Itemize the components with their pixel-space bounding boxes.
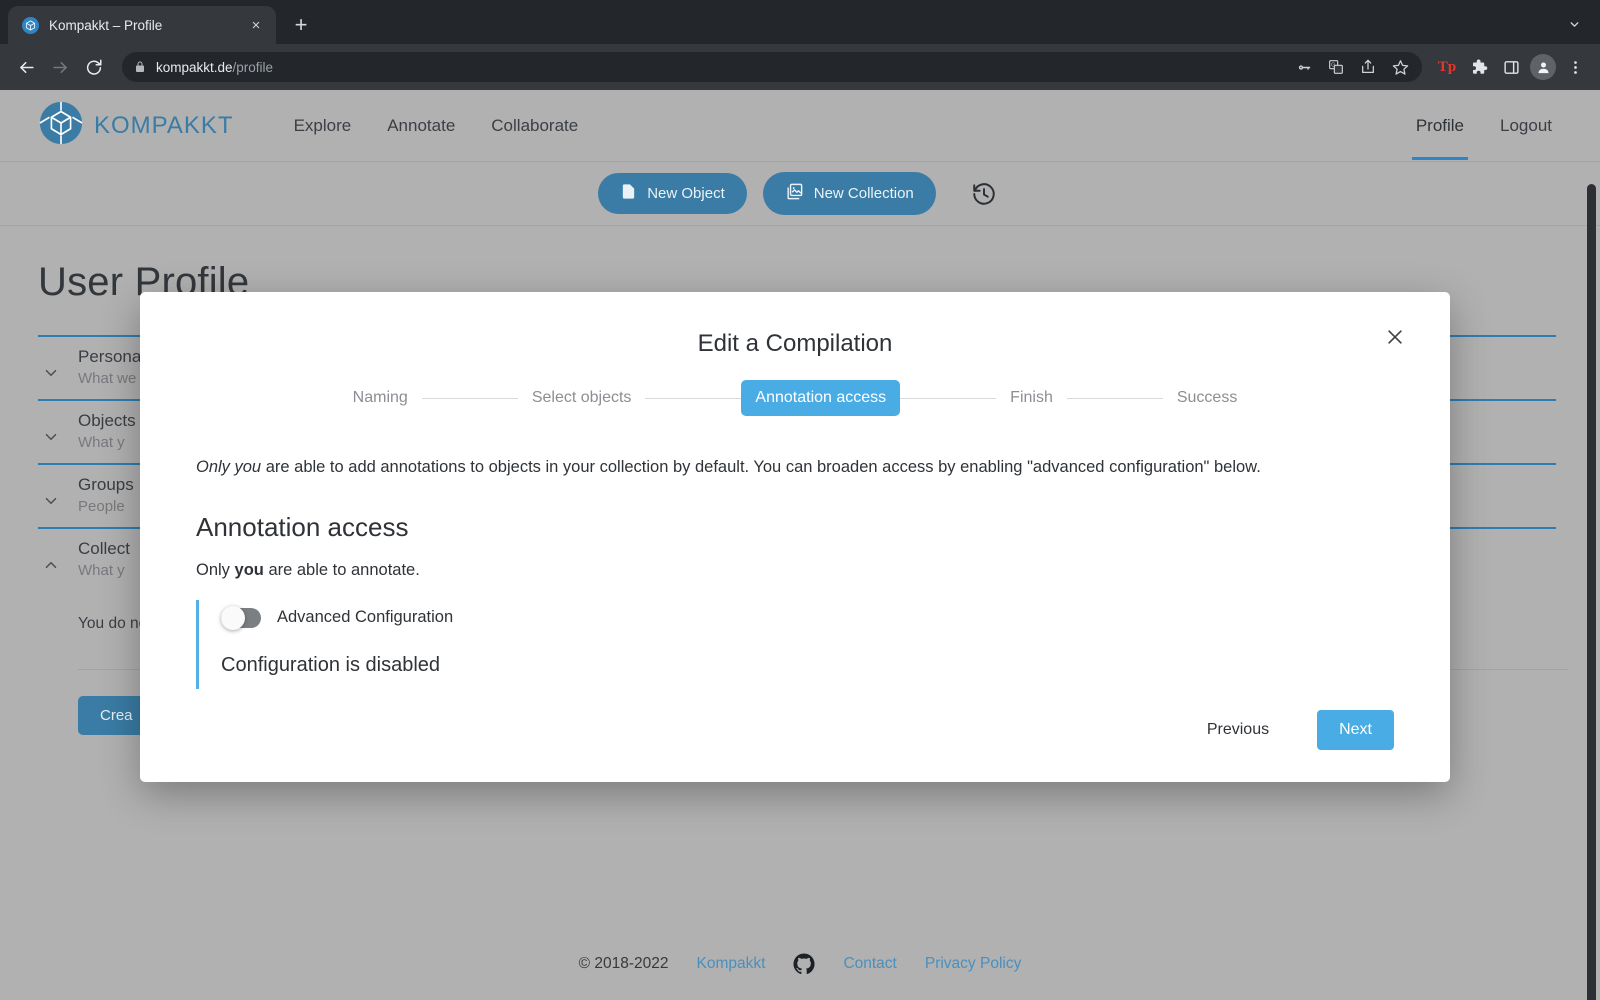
browser-tab[interactable]: Kompakkt – Profile ×: [8, 6, 276, 44]
step-annotation-access[interactable]: Annotation access: [741, 380, 901, 416]
password-key-icon[interactable]: [1290, 53, 1318, 81]
account-nav: Profile Logout: [1398, 92, 1600, 160]
profile-avatar-icon[interactable]: [1528, 52, 1558, 82]
site-footer: © 2018-2022 Kompakkt Contact Privacy Pol…: [0, 928, 1600, 1000]
footer-copyright: © 2018-2022: [578, 955, 669, 972]
new-collection-label: New Collection: [813, 185, 914, 202]
kompakkt-cube-logo: [38, 100, 84, 151]
main-nav: Explore Annotate Collaborate: [276, 92, 597, 160]
chevron-down-icon: [38, 411, 64, 451]
step-connector: [1066, 397, 1163, 399]
action-bar: New Object New Collection: [0, 162, 1600, 226]
bookmark-star-icon[interactable]: [1386, 53, 1414, 81]
step-connector: [421, 397, 518, 399]
tab-strip: Kompakkt – Profile × +: [0, 0, 1600, 44]
intro-rest: are able to add annotations to objects i…: [261, 458, 1261, 476]
avatar: [1530, 54, 1556, 80]
puzzle-extensions-icon[interactable]: [1464, 52, 1494, 82]
back-arrow-icon[interactable]: [10, 51, 42, 83]
edit-compilation-dialog: Edit a Compilation Naming Select objects…: [140, 292, 1450, 782]
step-select-objects[interactable]: Select objects: [518, 380, 646, 416]
share-icon[interactable]: [1354, 53, 1382, 81]
chevron-down-icon[interactable]: [1562, 12, 1586, 36]
url-text: kompakkt.de/profile: [156, 60, 273, 75]
dialog-title: Edit a Compilation: [697, 330, 893, 357]
advanced-configuration-block: Advanced Configuration Configuration is …: [196, 599, 1394, 689]
access-summary-post: are able to annotate.: [263, 560, 420, 579]
document-icon: [620, 183, 637, 204]
chevron-up-icon: [38, 539, 64, 579]
configuration-state-text: Configuration is disabled: [221, 653, 441, 676]
advanced-configuration-label: Advanced Configuration: [277, 608, 454, 627]
history-clock-icon[interactable]: [966, 176, 1002, 212]
nav-item-profile[interactable]: Profile: [1398, 92, 1482, 160]
address-bar[interactable]: kompakkt.de/profile G: [122, 52, 1422, 82]
advanced-configuration-toggle-row[interactable]: Advanced Configuration: [221, 605, 1394, 630]
dialog-actions: Previous Next: [1191, 710, 1394, 750]
forward-arrow-icon[interactable]: [44, 51, 76, 83]
translate-icon[interactable]: G: [1322, 53, 1350, 81]
footer-link-privacy[interactable]: Privacy Policy: [925, 955, 1021, 973]
new-object-button[interactable]: New Object: [598, 173, 747, 214]
lock-icon: [134, 61, 146, 73]
next-button[interactable]: Next: [1317, 710, 1394, 750]
tp-extension-icon[interactable]: Tp: [1432, 52, 1462, 82]
kompakkt-cube-icon: [22, 16, 39, 34]
url-path: /profile: [232, 59, 274, 75]
brand-logo[interactable]: KOMPAKKT: [38, 100, 234, 151]
svg-text:G: G: [1331, 63, 1335, 69]
section-heading: Annotation access: [196, 511, 409, 542]
nav-item-explore[interactable]: Explore: [276, 92, 370, 160]
intro-emphasis: Only you: [196, 458, 262, 476]
step-connector: [900, 397, 997, 399]
page-viewport: KOMPAKKT Explore Annotate Collaborate Pr…: [0, 90, 1600, 1000]
nav-item-logout[interactable]: Logout: [1482, 92, 1570, 160]
footer-link-contact[interactable]: Contact: [843, 955, 896, 973]
toggle-knob: [221, 605, 245, 630]
new-tab-button[interactable]: +: [286, 10, 316, 40]
new-object-label: New Object: [647, 185, 725, 202]
new-collection-button[interactable]: New Collection: [762, 172, 936, 215]
close-icon[interactable]: [1380, 322, 1410, 352]
access-summary-pre: Only: [196, 560, 235, 579]
step-naming[interactable]: Naming: [339, 380, 422, 416]
site-header: KOMPAKKT Explore Annotate Collaborate Pr…: [0, 90, 1600, 162]
step-connector: [645, 397, 742, 399]
github-icon[interactable]: [793, 953, 815, 975]
photo-library-icon: [785, 182, 804, 205]
wizard-stepper: Naming Select objects Annotation access …: [196, 380, 1394, 416]
reload-icon[interactable]: [78, 51, 110, 83]
access-summary: Only you are able to annotate.: [196, 561, 1394, 580]
previous-button[interactable]: Previous: [1191, 711, 1285, 749]
chevron-down-icon: [38, 475, 64, 515]
access-summary-bold: you: [234, 560, 264, 579]
footer-link-kompakkt[interactable]: Kompakkt: [697, 955, 766, 973]
advanced-configuration-toggle[interactable]: [221, 605, 261, 630]
side-panel-icon[interactable]: [1496, 52, 1526, 82]
nav-item-annotate[interactable]: Annotate: [369, 92, 473, 160]
page-scrollbar[interactable]: [1587, 184, 1596, 1000]
url-domain: kompakkt.de: [156, 59, 233, 75]
intro-paragraph: Only you are able to add annotations to …: [196, 456, 1394, 480]
tab-title: Kompakkt – Profile: [49, 17, 163, 33]
step-finish[interactable]: Finish: [996, 380, 1067, 416]
three-dot-menu-icon[interactable]: [1560, 52, 1590, 82]
step-success[interactable]: Success: [1163, 380, 1251, 416]
chevron-down-icon: [38, 347, 64, 387]
browser-toolbar: kompakkt.de/profile G Tp: [0, 44, 1600, 90]
tab-close-icon[interactable]: ×: [246, 15, 266, 35]
brand-wordmark: KOMPAKKT: [94, 111, 234, 139]
nav-item-collaborate[interactable]: Collaborate: [473, 92, 596, 160]
browser-window: Kompakkt – Profile × + kompakkt.de/profi…: [0, 0, 1600, 1000]
omnibox-actions: G: [1290, 52, 1422, 82]
